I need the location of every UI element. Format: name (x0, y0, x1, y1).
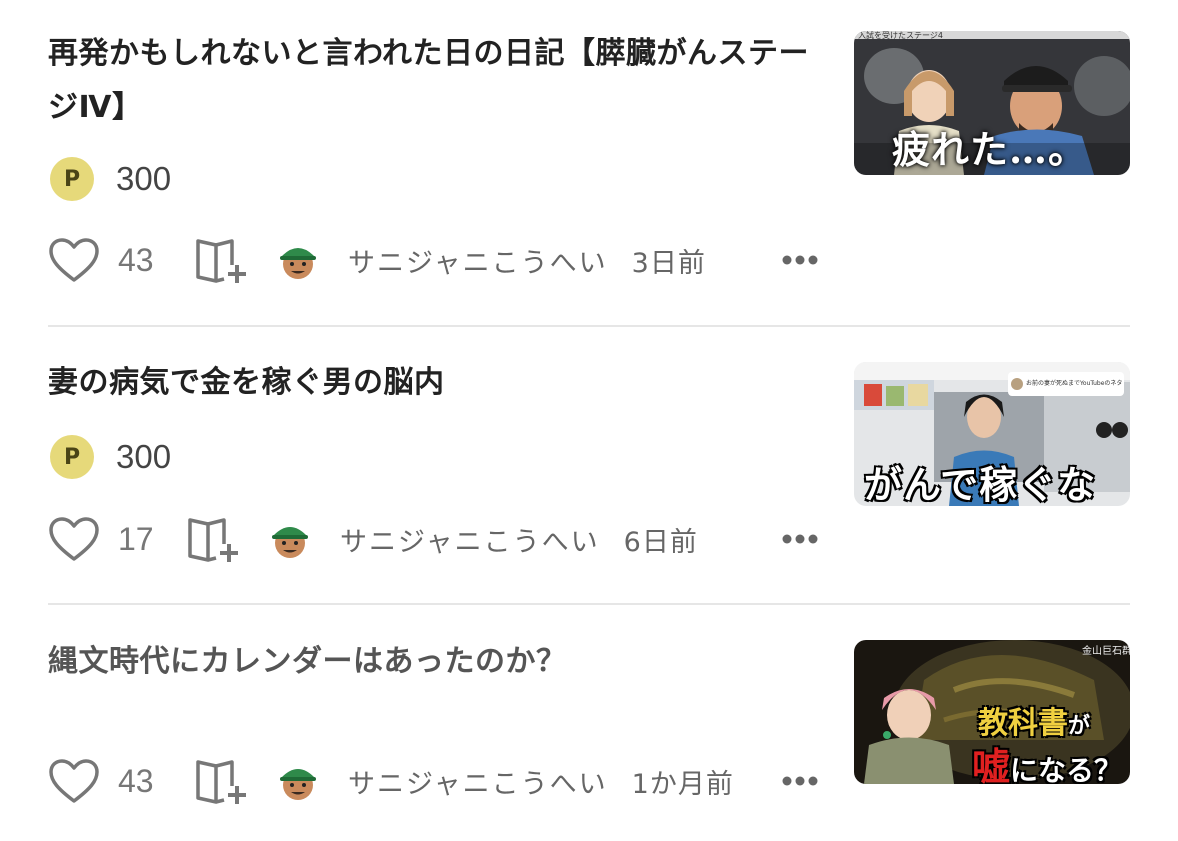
thumbnail-top-text: 入試を受けたステージ4 (858, 31, 943, 40)
avatar[interactable] (268, 517, 312, 561)
more-horizontal-icon[interactable] (781, 774, 819, 788)
heart-outline-icon[interactable] (48, 237, 100, 283)
magazine-add-icon[interactable] (194, 235, 254, 285)
article-thumbnail[interactable]: お前の妻が死ぬまでYouTubeのネタだ がんで稼ぐな (854, 362, 1130, 506)
thumbnail-caption-line2: になる？ (1010, 754, 1123, 784)
article-item-2[interactable]: 妻の病気で金を稼ぐ男の脳内 P 300 17 サニジャニこうへい 6日前 お前の… (48, 356, 1130, 586)
article-meta: 43 サニジャニこうへい 1か月前 (48, 756, 734, 806)
thumbnail-top-text: 金山巨石群 (1082, 646, 1130, 657)
thumbnail-caption: がんで稼ぐな (863, 462, 1097, 506)
point-coin-icon: P (50, 435, 94, 479)
article-item-3[interactable]: 縄文時代にカレンダーはあったのか？ 43 サニジャニこうへい 1か月前 金山巨石… (48, 635, 1130, 815)
thumbnail-caption-2: 嘘になる？ (972, 736, 1122, 784)
author-name[interactable]: サニジャニこうへい (348, 762, 608, 801)
publish-date: 3日前 (631, 247, 706, 279)
publish-date: 1か月前 (631, 768, 734, 800)
heart-outline-icon[interactable] (48, 516, 100, 562)
article-item-1[interactable]: 再発かもしれないと言われた日の日記【膵臓がんステージⅣ】 P 300 43 サニ… (48, 27, 1130, 297)
article-meta: 43 サニジャニこうへい 3日前 (48, 235, 706, 285)
magazine-add-icon[interactable] (194, 756, 254, 806)
article-thumbnail[interactable]: 金山巨石群 教科書が 嘘になる？ (854, 640, 1130, 784)
thumbnail-top-text: お前の妻が死ぬまでYouTubeのネタだ (1026, 380, 1122, 387)
article-meta: 17 サニジャニこうへい 6日前 (48, 514, 698, 564)
heart-outline-icon[interactable] (48, 758, 100, 804)
article-title[interactable]: 妻の病気で金を稼ぐ男の脳内 (48, 356, 818, 410)
thumbnail-caption-red: 嘘 (972, 745, 1011, 784)
article-title[interactable]: 再発かもしれないと言われた日の日記【膵臓がんステージⅣ】 (48, 27, 818, 135)
magazine-add-icon[interactable] (186, 514, 246, 564)
price-badge: P 300 (50, 435, 171, 479)
more-horizontal-icon[interactable] (781, 532, 819, 546)
like-count[interactable]: 43 (118, 242, 168, 279)
more-button[interactable] (781, 514, 819, 564)
avatar[interactable] (276, 238, 320, 282)
article-thumbnail[interactable]: 疲れた…。 入試を受けたステージ4 (854, 31, 1130, 175)
price-value: 300 (116, 160, 172, 197)
like-count[interactable]: 43 (118, 763, 168, 800)
more-button[interactable] (781, 235, 819, 285)
article-title[interactable]: 縄文時代にカレンダーはあったのか？ (48, 635, 818, 689)
author-name[interactable]: サニジャニこうへい (348, 241, 608, 280)
like-count[interactable]: 17 (118, 521, 160, 558)
price-badge: P 300 (50, 157, 171, 201)
divider (48, 325, 1130, 327)
thumbnail-caption: 疲れた…。 (892, 127, 1088, 172)
divider (48, 603, 1130, 605)
author-name[interactable]: サニジャニこうへい (340, 520, 600, 559)
more-button[interactable] (781, 756, 819, 806)
avatar[interactable] (276, 759, 320, 803)
more-horizontal-icon[interactable] (781, 253, 819, 267)
publish-date: 6日前 (623, 526, 698, 558)
point-coin-icon: P (50, 157, 94, 201)
price-value: 300 (116, 438, 172, 475)
